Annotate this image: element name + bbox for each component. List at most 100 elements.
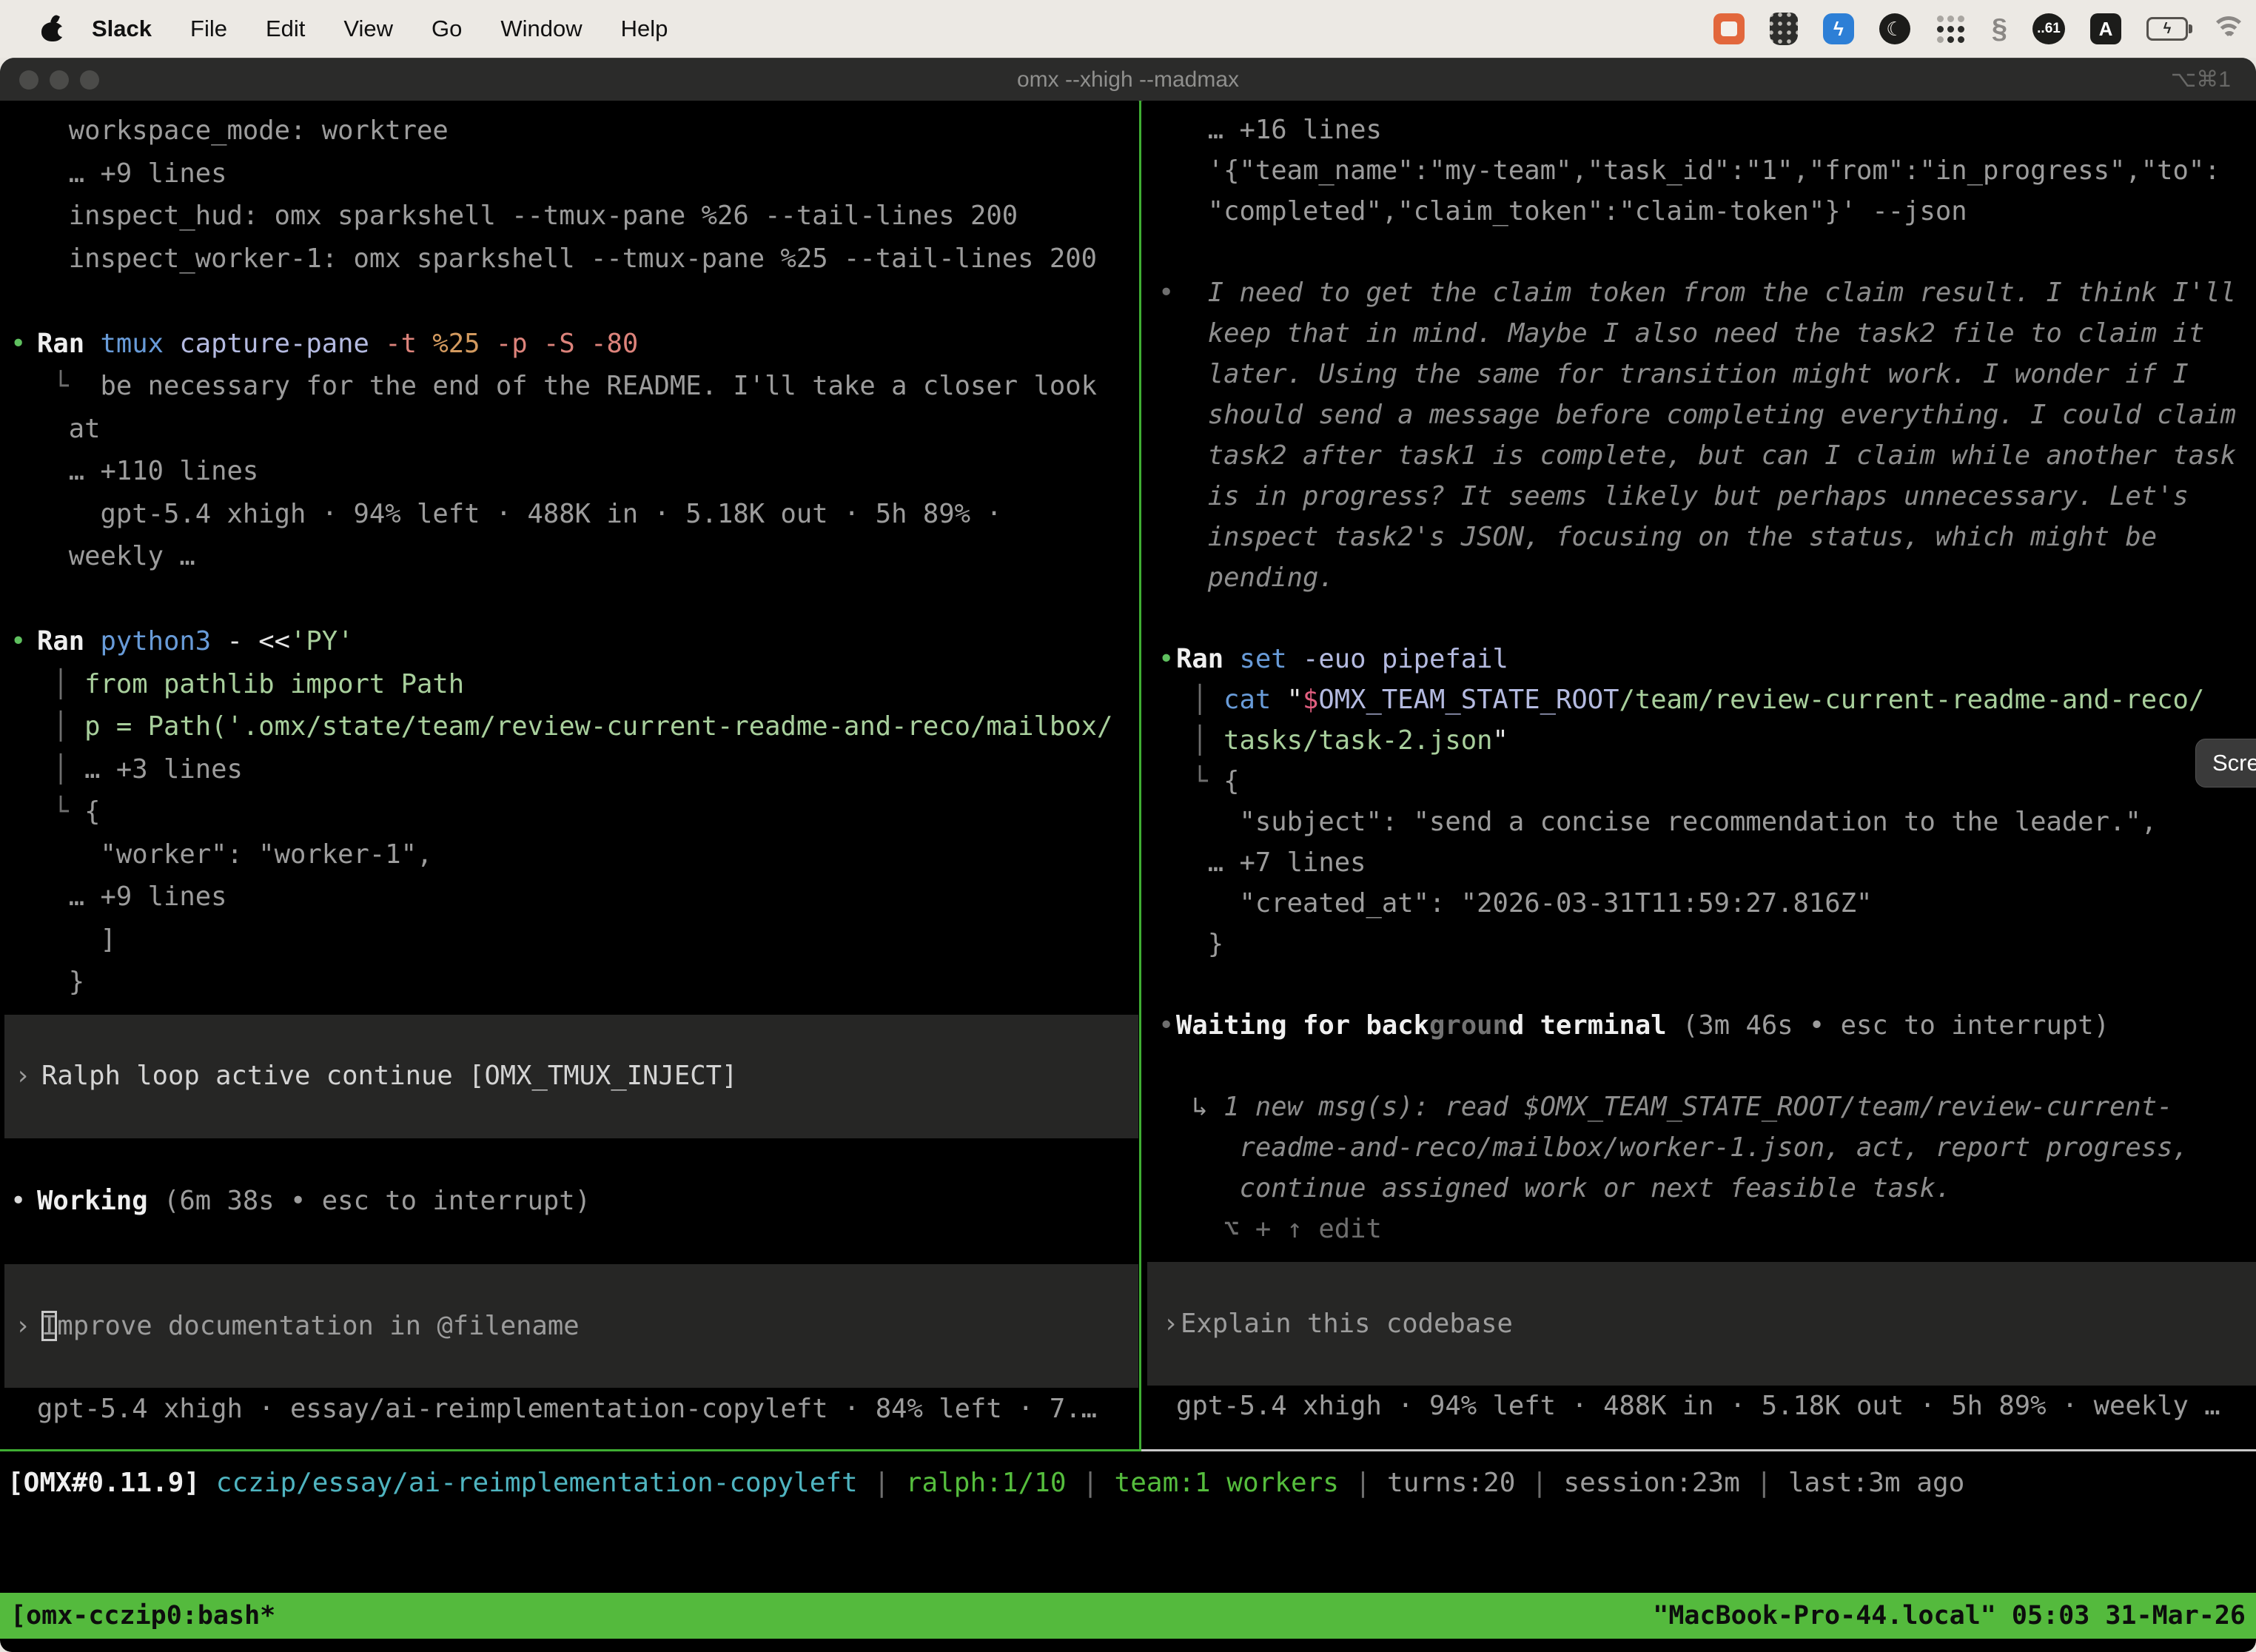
blank-line — [1143, 598, 2256, 639]
terminal-line: inspect_worker-1: omx sparkshell --tmux-… — [0, 238, 1138, 281]
screen: { "menu_bar": { "app_name": "Slack", "it… — [0, 0, 2256, 1652]
terminal-window: omx --xhigh --madmax ⌥⌘1 workspace_mode:… — [0, 58, 2256, 1652]
thinking-text: • I need to get the claim token from the… — [1143, 272, 2256, 313]
terminal-line: keep that in mind. Maybe I also need the… — [1143, 313, 2256, 354]
text-segment: │ — [37, 669, 84, 699]
text-segment: | — [873, 1468, 905, 1498]
text-segment: "completed","claim_token":"claim-token"}… — [1176, 196, 1967, 226]
apple-logo-icon[interactable] — [41, 16, 64, 41]
text-segment: $ — [1303, 685, 1318, 715]
omx-status-bar: [OMX#0.11.9] cczip/essay/ai-reimplementa… — [7, 1462, 2250, 1504]
battery-icon[interactable]: ϟ — [2146, 17, 2188, 41]
terminal-line: ⌥ + ↑ edit — [1143, 1209, 2256, 1249]
text-segment: … +9 lines — [37, 882, 226, 912]
text-segment: ] — [37, 924, 116, 955]
grid-shield-icon[interactable] — [1770, 13, 1798, 45]
ran-python-command-line: •Ran python3 - <<'PY' — [0, 620, 1138, 663]
terminal-line: ] — [0, 919, 1138, 961]
moon-icon[interactable]: ☾ — [1879, 13, 1910, 44]
text-segment: pending. — [1176, 563, 1335, 593]
terminal-line: } — [0, 961, 1138, 1004]
text-segment: turns:20 — [1387, 1468, 1531, 1498]
text-segment: │ — [1176, 685, 1223, 715]
left-terminal-pane[interactable]: workspace_mode: worktree … +9 lines insp… — [0, 101, 1138, 1458]
terminal-line: '{"team_name":"my-team","task_id":"1","f… — [1143, 150, 2256, 191]
text-segment: │ — [1176, 725, 1223, 756]
text-segment: -p — [496, 329, 543, 359]
text-segment: inspect task2's JSON, focusing on the st… — [1176, 522, 2157, 552]
text-segment: '{"team_name":"my-team","task_id":"1","f… — [1176, 155, 2220, 186]
text-segment: … +7 lines — [1176, 847, 1366, 878]
text-segment: p = Path('.omx/state/team/review-current… — [84, 711, 1112, 742]
menu-item-file[interactable]: File — [190, 16, 227, 41]
text-segment: … +3 lines — [84, 754, 243, 785]
line-bullet: • — [1158, 1005, 1174, 1046]
text-segment: workspace_mode: worktree — [37, 115, 449, 146]
text-segment: I need to get the claim token from the c… — [1176, 278, 2236, 308]
terminal-line: pending. — [1143, 557, 2256, 598]
terminal-line: "worker": "worker-1", — [0, 833, 1138, 876]
right-terminal-pane[interactable]: … +16 lines '{"team_name":"my-team","tas… — [1143, 101, 2256, 1458]
text-segment: - — [226, 626, 258, 657]
terminal-line: task2 after task1 is complete, but can I… — [1143, 435, 2256, 476]
menu-item-view[interactable]: View — [343, 16, 393, 41]
text-segment: is in progress? It seems likely but perh… — [1176, 481, 2189, 511]
text-segment: I — [41, 1311, 57, 1341]
pane-divider[interactable] — [1139, 101, 1141, 1449]
text-segment: └ — [37, 796, 84, 827]
text-segment: Ralph loop active continue [OMX_TMUX_INJ… — [41, 1061, 737, 1091]
menu-item-window[interactable]: Window — [500, 16, 582, 41]
text-segment: 'PY' — [290, 626, 354, 657]
blank-line — [1143, 964, 2256, 1005]
blue-bolt-icon[interactable]: ϟ — [1823, 13, 1854, 44]
working-status-line: •Working (6m 38s • esc to interrupt) — [0, 1180, 1138, 1223]
menu-item-help[interactable]: Help — [621, 16, 668, 41]
text-segment: "created_at": "2026-03-31T11:59:27.816Z" — [1176, 888, 1872, 919]
text-segment: should send a message before completing … — [1176, 400, 2236, 430]
text-segment: " — [1287, 685, 1303, 715]
text-segment: session:23m — [1563, 1468, 1756, 1498]
text-segment: cczip/essay/ai-reimplementation-copyleft — [216, 1468, 874, 1498]
text-segment: gpt-5.4 xhigh · 94% left · 488K in · 5.1… — [1176, 1391, 2220, 1421]
window-title-bar[interactable]: omx --xhigh --madmax ⌥⌘1 — [0, 58, 2256, 101]
text-segment: inspect_hud: omx sparkshell --tmux-pane … — [37, 201, 1018, 231]
text-segment: | — [1355, 1468, 1387, 1498]
screenshot-tooltip: Scre — [2195, 739, 2256, 788]
prompt-input-left[interactable]: ›Improve documentation in @filename — [4, 1264, 1138, 1388]
terminal-line: … +16 lines — [1143, 110, 2256, 150]
menu-item-go[interactable]: Go — [432, 16, 462, 41]
text-segment: continue assigned work or next feasible … — [1176, 1173, 1951, 1203]
a-key-icon[interactable]: A — [2090, 13, 2121, 44]
text-segment: … +110 lines — [37, 456, 258, 486]
screenshot-tooltip-label: Scre — [2212, 750, 2256, 776]
ralph-loop-banner[interactable]: ›Ralph loop active continue [OMX_TMUX_IN… — [4, 1015, 1138, 1138]
badge-61-icon[interactable]: ..61 — [2032, 13, 2065, 44]
text-segment: | — [1082, 1468, 1114, 1498]
prompt-input-right[interactable]: ›Explain this codebase — [1147, 1262, 2256, 1386]
terminal-line: should send a message before completing … — [1143, 394, 2256, 435]
terminal-line: inspect_hud: omx sparkshell --tmux-pane … — [0, 195, 1138, 238]
pane-separator-right — [1141, 1449, 2256, 1451]
text-segment: "subject": "send a concise recommendatio… — [1176, 807, 2157, 837]
waiting-status-line: •Waiting for background terminal (3m 46s… — [1143, 1005, 2256, 1046]
text-segment: task2 after task1 is complete, but can I… — [1176, 440, 2236, 471]
squiggle-icon[interactable]: § — [1992, 13, 2007, 45]
text-segment: mprove documentation in @filename — [57, 1311, 579, 1341]
text-segment: … +16 lines — [1176, 115, 1382, 145]
text-segment: └ — [37, 371, 101, 401]
blank-line — [1143, 1046, 2256, 1087]
menu-app-name[interactable]: Slack — [92, 16, 152, 42]
dots-grid-icon[interactable] — [1936, 13, 1967, 44]
text-segment: -80 — [591, 329, 638, 359]
text-segment: ⌥ + ↑ edit — [1176, 1214, 1382, 1244]
text-segment: later. Using the same for transition mig… — [1176, 359, 2189, 389]
menu-item-edit[interactable]: Edit — [266, 16, 305, 41]
line-bullet: • — [1158, 272, 1174, 313]
text-segment: /team/review-current-readme-and-reco/ — [1619, 685, 2204, 715]
text-segment: keep that in mind. Maybe I also need the… — [1176, 318, 2204, 349]
window-title: omx --xhigh --madmax — [0, 58, 2256, 101]
wifi-icon[interactable] — [2213, 16, 2244, 41]
orange-chat-icon[interactable] — [1713, 13, 1745, 44]
terminal-line: gpt-5.4 xhigh · 94% left · 488K in · 5.1… — [0, 493, 1138, 536]
text-segment: … +9 lines — [37, 158, 226, 189]
